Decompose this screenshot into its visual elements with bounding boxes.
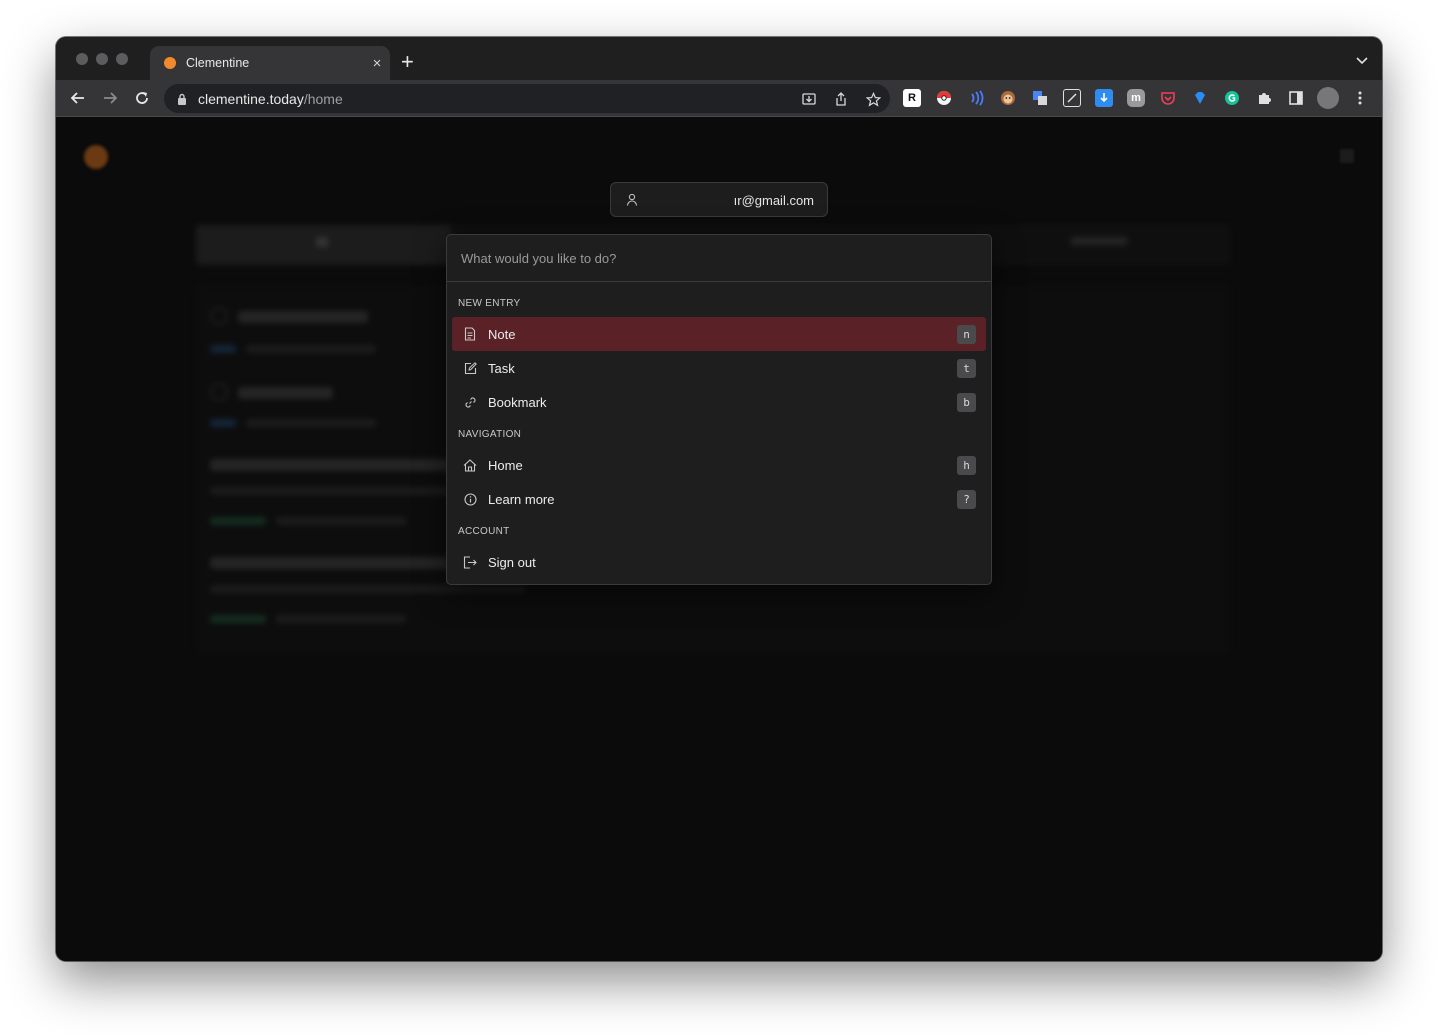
close-icon [1340, 149, 1354, 163]
account-pill[interactable]: ır@gmail.com [610, 182, 828, 217]
menu-icon[interactable] [1351, 89, 1369, 107]
browser-tab[interactable]: Clementine × [150, 46, 390, 80]
home-icon [463, 458, 477, 472]
browser-window: Clementine × + clementine.today/home R m… [56, 37, 1382, 961]
user-icon [625, 193, 639, 207]
page-content: ır@gmail.com NEW ENTRY Note n Task t [56, 117, 1382, 961]
forward-arrow-icon[interactable] [99, 87, 121, 109]
browser-toolbar: clementine.today/home R m [56, 80, 1382, 117]
command-item-label: Home [488, 457, 523, 473]
command-palette: NEW ENTRY Note n Task t Bookmark [446, 234, 992, 585]
section-label-new-entry: NEW ENTRY [458, 298, 521, 309]
user-email: ır@gmail.com [733, 193, 814, 208]
command-search-input[interactable] [447, 235, 991, 282]
extension-m-icon[interactable]: m [1127, 89, 1145, 107]
reload-icon[interactable] [131, 87, 153, 109]
extension-r-icon[interactable]: R [903, 89, 921, 107]
url-text: clementine.today/home [198, 91, 343, 107]
background-line [246, 419, 376, 427]
tab-search-chevron-icon[interactable] [1356, 52, 1368, 70]
background-line [210, 517, 266, 525]
tab-title: Clementine [186, 56, 250, 70]
bookmark-star-icon[interactable] [864, 90, 882, 108]
background-line [210, 615, 266, 623]
avatar[interactable] [1317, 87, 1339, 109]
info-icon [463, 492, 477, 506]
clementine-logo [84, 145, 108, 169]
maximize-window-button[interactable] [116, 53, 128, 65]
command-item-label: Learn more [488, 491, 555, 507]
tab-close-icon[interactable]: × [364, 55, 390, 72]
install-icon[interactable] [800, 90, 818, 108]
command-item-learn-more[interactable]: Learn more ? [452, 482, 986, 516]
background-line [210, 557, 450, 569]
sign-out-icon [463, 555, 477, 569]
shortcut-key: t [957, 359, 976, 378]
command-item-home[interactable]: Home h [452, 448, 986, 482]
command-item-label: Bookmark [488, 394, 547, 410]
back-arrow-icon[interactable] [67, 87, 89, 109]
url-path: /home [303, 90, 343, 107]
background-line [246, 345, 376, 353]
gem-icon[interactable] [1191, 89, 1209, 107]
command-item-bookmark[interactable]: Bookmark b [452, 385, 986, 419]
shortcut-key: b [957, 393, 976, 412]
background-line [210, 345, 236, 353]
section-label-account: ACCOUNT [458, 526, 510, 537]
favicon-icon [164, 57, 176, 69]
sound-waves-icon[interactable] [967, 89, 985, 107]
section-label-navigation: NAVIGATION [458, 429, 522, 440]
background-tab-label [316, 237, 328, 247]
grammarly-icon[interactable] [1223, 89, 1241, 107]
download-icon[interactable] [1095, 89, 1113, 107]
translate-icon[interactable] [1031, 89, 1049, 107]
command-item-label: Note [488, 326, 516, 342]
edit-icon [463, 361, 477, 375]
command-item-sign-out[interactable]: Sign out [452, 545, 986, 579]
url-host: clementine.today [198, 90, 304, 107]
background-checkbox [210, 307, 228, 325]
shortcut-key: h [957, 456, 976, 475]
notes-icon[interactable] [1063, 89, 1081, 107]
pokeball-icon[interactable] [935, 89, 953, 107]
background-tab-label [1071, 237, 1127, 245]
background-line [210, 419, 236, 427]
new-tab-button[interactable]: + [401, 50, 414, 74]
command-item-label: Sign out [488, 554, 536, 570]
background-line [210, 459, 450, 471]
background-checkbox [210, 383, 228, 401]
background-line [238, 311, 368, 323]
background-line [238, 387, 333, 399]
minimize-window-button[interactable] [96, 53, 108, 65]
shortcut-key: ? [957, 490, 976, 509]
command-item-note[interactable]: Note n [452, 317, 986, 351]
background-line [210, 585, 525, 593]
address-bar[interactable]: clementine.today/home [164, 84, 890, 113]
close-window-button[interactable] [76, 53, 88, 65]
sidebar-icon[interactable] [1287, 89, 1305, 107]
background-line [276, 517, 406, 525]
monkey-icon[interactable] [999, 89, 1017, 107]
background-line [210, 487, 450, 495]
pocket-icon[interactable] [1159, 89, 1177, 107]
command-item-task[interactable]: Task t [452, 351, 986, 385]
document-icon [463, 327, 477, 341]
title-bar: Clementine × + [56, 37, 1382, 80]
link-icon [463, 395, 477, 409]
command-item-label: Task [488, 360, 515, 376]
lock-icon [176, 92, 188, 106]
share-icon[interactable] [832, 90, 850, 108]
puzzle-icon[interactable] [1255, 89, 1273, 107]
background-line [276, 615, 406, 623]
shortcut-key: n [957, 325, 976, 344]
